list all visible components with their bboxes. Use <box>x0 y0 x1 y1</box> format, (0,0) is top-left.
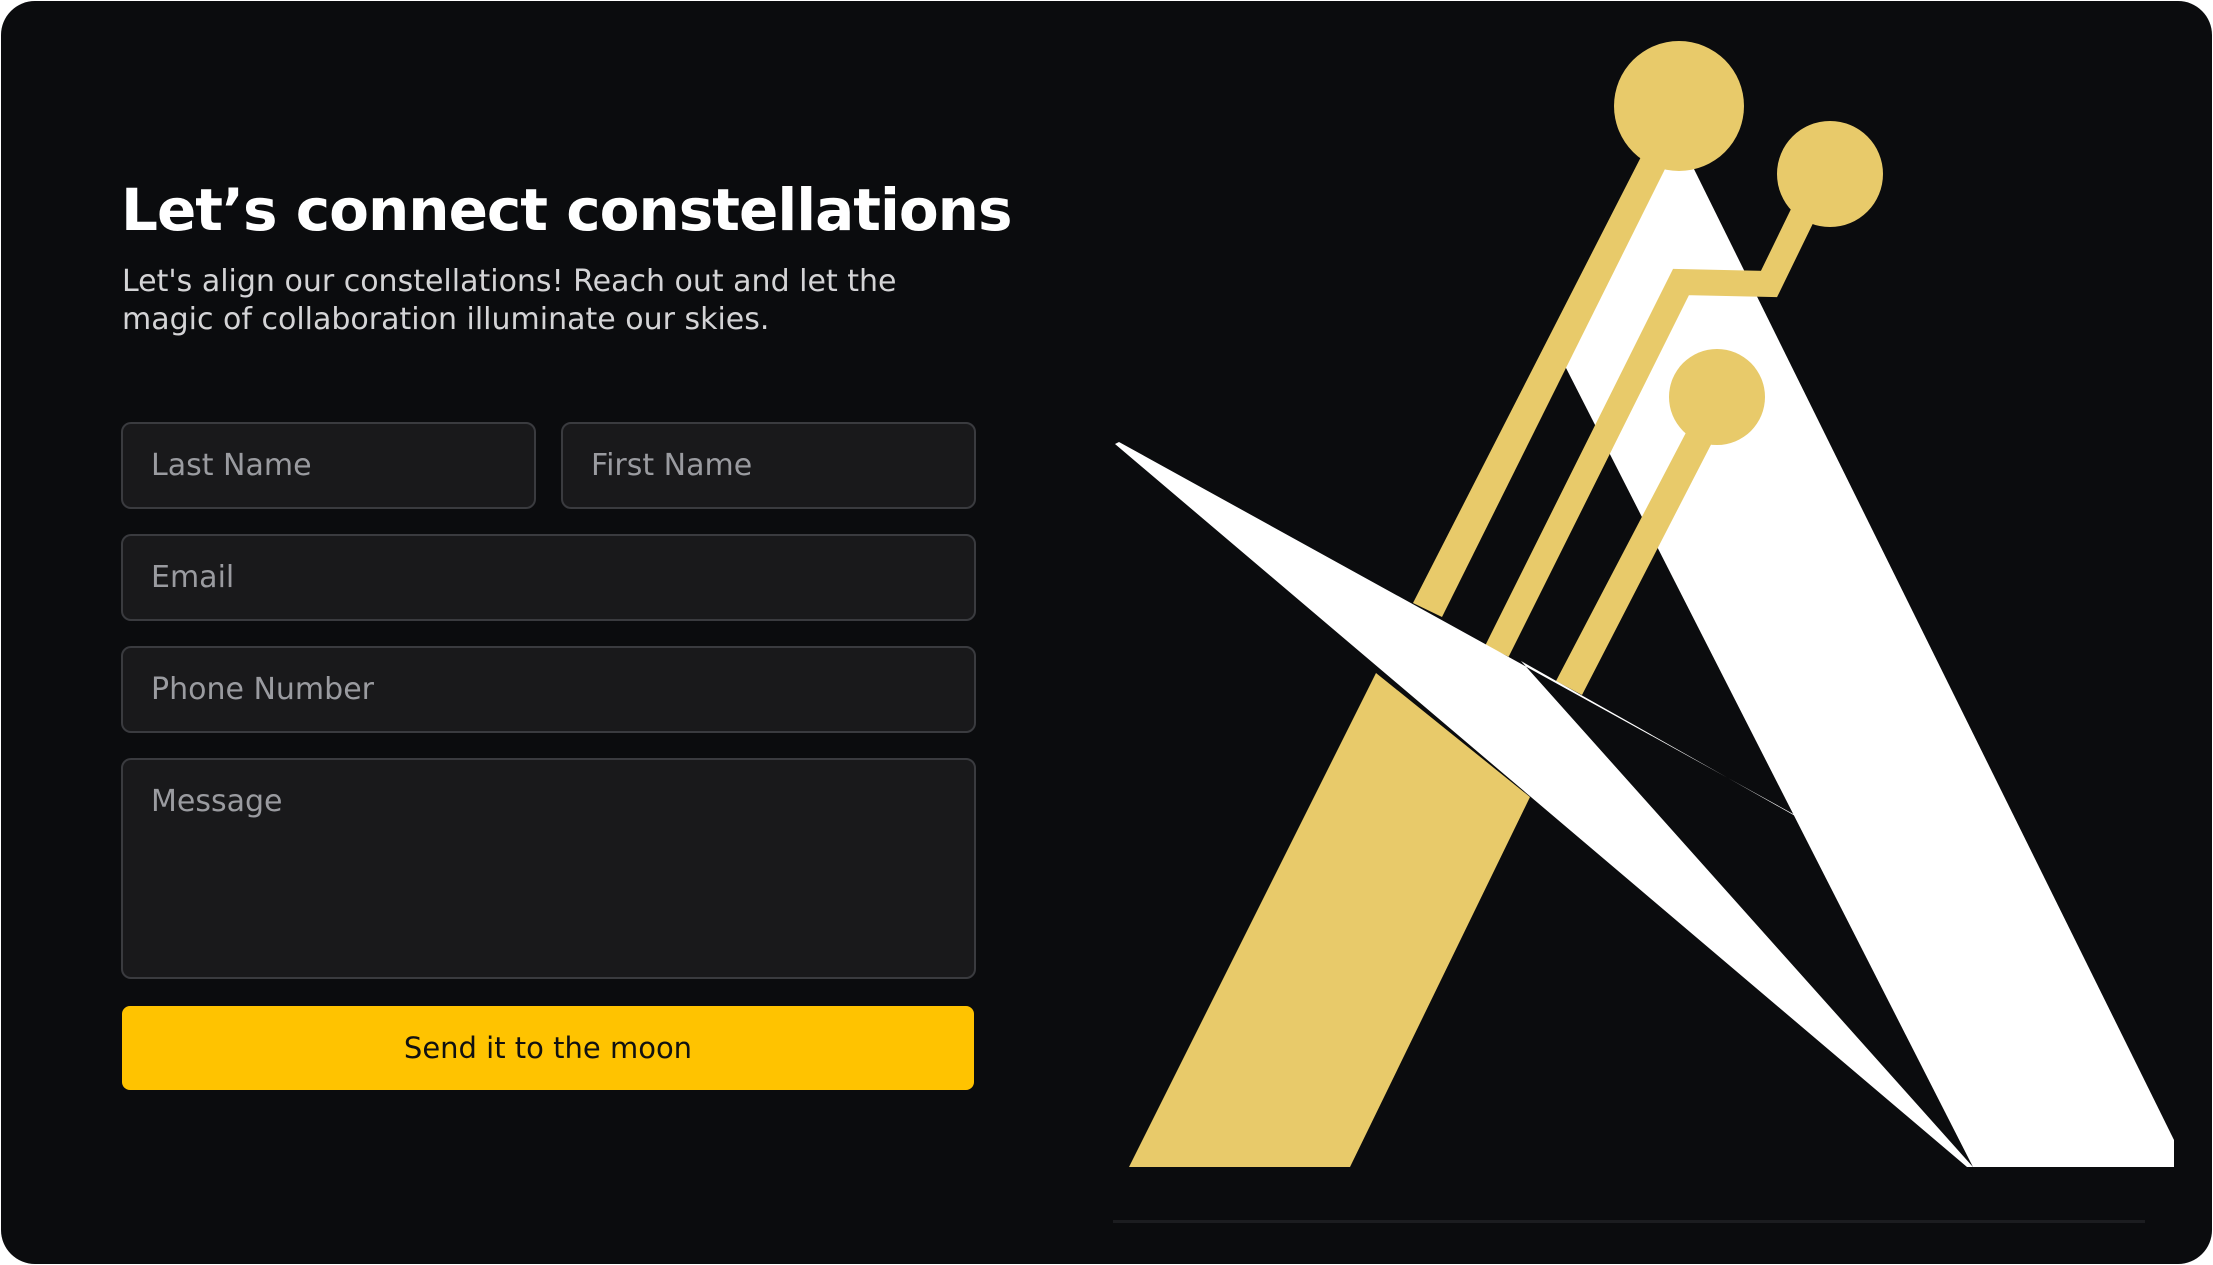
message-textarea[interactable] <box>121 758 976 979</box>
page-subtitle: Let's align our constellations! Reach ou… <box>122 264 897 337</box>
logo-gold-rod-1 <box>1413 151 1668 617</box>
logo-node-1 <box>1614 41 1744 171</box>
logo-gold-rod-2 <box>1485 165 1836 657</box>
logo-white-swoosh <box>1115 442 1973 1167</box>
logo-gold-wedge <box>1129 673 1530 1167</box>
contact-card: Let’s connect constellations Let's align… <box>1 1 2212 1264</box>
send-button[interactable]: Send it to the moon <box>122 1006 974 1090</box>
last-name-input[interactable] <box>121 422 536 509</box>
divider <box>1113 1220 2145 1223</box>
logo-white-stroke <box>1564 163 2174 1167</box>
first-name-input[interactable] <box>561 422 976 509</box>
logo-node-3 <box>1669 349 1765 445</box>
phone-input[interactable] <box>121 646 976 733</box>
email-input[interactable] <box>121 534 976 621</box>
logo-gold-rod-3 <box>1556 423 1717 695</box>
logo-node-2 <box>1777 121 1883 227</box>
page-title: Let’s connect constellations <box>121 176 1012 244</box>
